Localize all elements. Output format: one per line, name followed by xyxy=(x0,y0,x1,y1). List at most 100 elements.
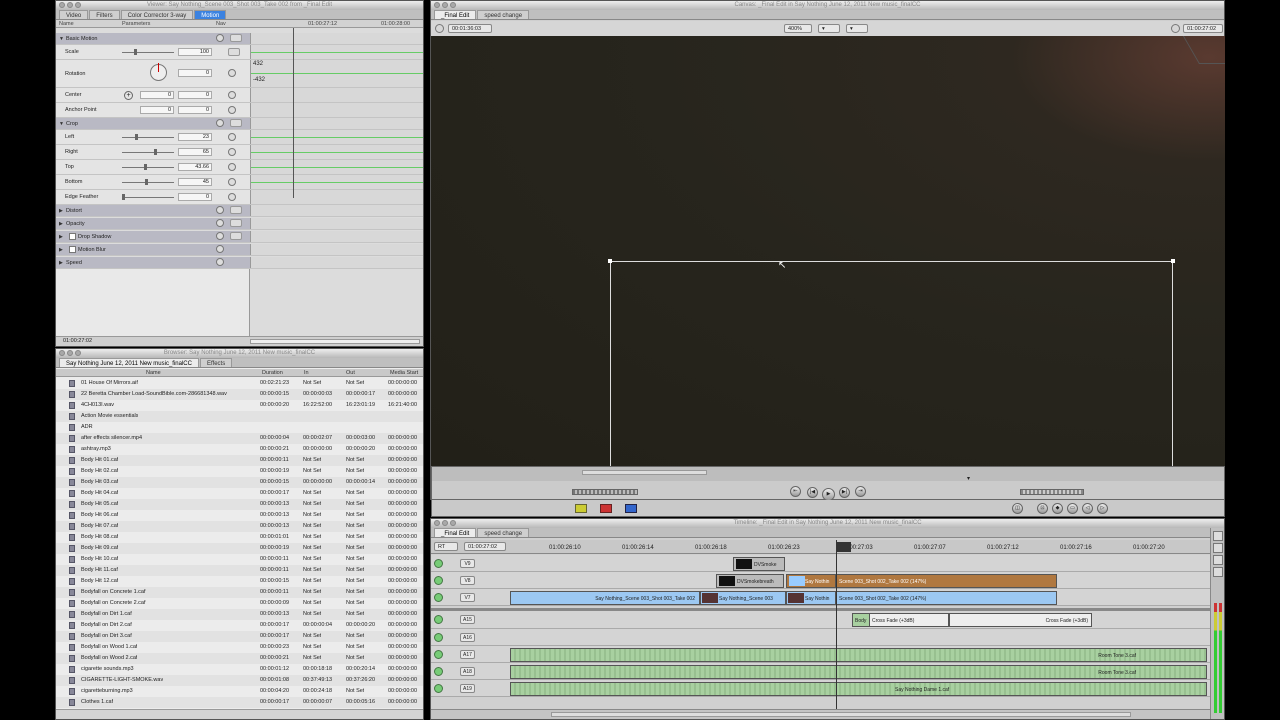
browser-item[interactable]: after effects silencer.mp4 00:00:00:04 00:… xyxy=(56,433,423,444)
group-drop-shadow[interactable]: ▶ Drop Shadow xyxy=(56,231,423,243)
track-visibility-toggle[interactable] xyxy=(434,633,443,642)
track-visibility-toggle[interactable] xyxy=(434,667,443,676)
browser-item[interactable]: Body Hit 07.caf 00:00:00:13 Not Set Not Set… xyxy=(56,521,423,532)
tab-filters[interactable]: Filters xyxy=(89,10,120,19)
mark-in-button[interactable]: ◁ xyxy=(1082,503,1093,514)
tab-speed-change[interactable]: speed change xyxy=(477,528,530,537)
replace-edit-button[interactable] xyxy=(625,504,637,513)
browser-item[interactable]: cigaretteburning.mp3 00:00:04:20 00:00:24:… xyxy=(56,686,423,697)
browser-item[interactable]: Body Hit 03.caf 00:00:00:15 00:00:00:00 00:… xyxy=(56,477,423,488)
anchor-y-field[interactable]: 0 xyxy=(178,106,212,114)
disclosure-closed-icon[interactable]: ▶ xyxy=(59,234,63,240)
tab-effects[interactable]: Effects xyxy=(199,358,233,367)
keyframe-button[interactable] xyxy=(228,69,236,77)
rotation-field[interactable]: 0 xyxy=(178,69,212,77)
keyframe-button[interactable] xyxy=(228,133,236,141)
track-visibility-toggle[interactable] xyxy=(434,684,443,693)
browser-item[interactable]: Body Hit 02.caf 00:00:00:19 Not Set Not Set… xyxy=(56,466,423,477)
group-distort[interactable]: ▶ Distort xyxy=(56,205,423,217)
browser-item[interactable]: ashtray.mp3 00:00:00:21 00:00:00:00 00:00:0… xyxy=(56,444,423,455)
jog-control[interactable] xyxy=(1020,489,1084,495)
match-frame-button[interactable]: ◫ xyxy=(1012,503,1023,514)
tab-video[interactable]: Video xyxy=(59,10,89,19)
mark-out-button[interactable]: ▷ xyxy=(1097,503,1108,514)
tab-final-edit[interactable]: _Final Edit xyxy=(434,528,477,537)
enable-checkbox[interactable] xyxy=(69,246,76,253)
browser-item[interactable]: Bodyfall on Dirt 1.caf 00:00:00:13 Not Set… xyxy=(56,609,423,620)
keyframe-menu-button[interactable] xyxy=(230,232,242,240)
view-menu[interactable]: ▾ xyxy=(818,24,840,33)
tab-motion[interactable]: Motion xyxy=(194,10,227,19)
tab-project[interactable]: Say Nothing June 12, 2011 New music_fina… xyxy=(59,358,199,367)
timeline-clip[interactable]: Body xyxy=(852,613,870,627)
track-visibility-toggle[interactable] xyxy=(434,593,443,602)
reset-button[interactable] xyxy=(216,219,224,227)
center-x-field[interactable]: 0 xyxy=(140,91,174,99)
transition-clip[interactable]: Cross Fade (+3dB) xyxy=(949,613,1092,627)
track-label[interactable]: V9 xyxy=(460,559,475,568)
browser-item[interactable]: Body Hit 04.caf 00:00:00:17 Not Set Not Set… xyxy=(56,488,423,499)
col-media-start[interactable]: Media Start xyxy=(390,369,418,377)
rotation-dial[interactable] xyxy=(150,63,167,81)
col-out[interactable]: Out xyxy=(346,369,355,377)
browser-item[interactable]: 01 House Of Mirrors.aif 00:02:21:23 Not Se… xyxy=(56,378,423,389)
disclosure-open-icon[interactable]: ▼ xyxy=(59,121,64,127)
add-keyframe-button[interactable]: ◆ xyxy=(1052,503,1063,514)
track-label[interactable]: A18 xyxy=(460,667,475,676)
window-controls[interactable] xyxy=(434,2,456,8)
selection-tool-icon[interactable] xyxy=(1213,531,1223,541)
horizontal-scrollbar[interactable] xyxy=(250,339,420,344)
timeline-timecode[interactable]: 01:00:27:02 xyxy=(464,542,506,551)
scale-slider[interactable] xyxy=(122,49,174,55)
browser-titlebar[interactable]: Browser: Say Nothing June 12, 2011 New m… xyxy=(56,349,423,358)
track-label[interactable]: A19 xyxy=(460,684,475,693)
reset-button[interactable] xyxy=(216,245,224,253)
track-label[interactable]: A17 xyxy=(460,650,475,659)
canvas-video-frame[interactable]: ↖ xyxy=(431,36,1234,481)
disclosure-closed-icon[interactable]: ▶ xyxy=(59,260,63,266)
browser-item[interactable]: Body Hit 06.caf 00:00:00:13 Not Set Not Set… xyxy=(56,510,423,521)
disclosure-closed-icon[interactable]: ▶ xyxy=(59,208,63,214)
scrubber-bar[interactable]: ▾ xyxy=(432,467,1224,482)
track-visibility-toggle[interactable] xyxy=(434,559,443,568)
browser-item[interactable]: Body Hit 08.caf 00:00:01:01 Not Set Not Set… xyxy=(56,532,423,543)
reset-button[interactable] xyxy=(216,119,224,127)
timeline-ruler[interactable]: RT 01:00:27:02 01:00:26:10 01:00:26:14 0… xyxy=(431,540,1210,554)
browser-item[interactable]: Body Hit 10.caf 00:00:00:11 Not Set Not Set… xyxy=(56,554,423,565)
edit-tool-icon[interactable] xyxy=(1213,543,1223,553)
enable-checkbox[interactable] xyxy=(69,233,76,240)
viewer-titlebar[interactable]: Viewer: Say Nothing_Scene 003_Shot 003_T… xyxy=(56,1,423,10)
display-menu[interactable]: ▾ xyxy=(846,24,868,33)
keyframe-menu-button[interactable] xyxy=(230,34,242,42)
top-slider[interactable] xyxy=(122,164,174,170)
timeline-clip[interactable]: DVSmoke xyxy=(733,557,785,571)
browser-item[interactable]: Body Hit 12.caf 00:00:00:15 Not Set Not Set… xyxy=(56,576,423,587)
browser-item[interactable]: Bodyfall on Wood 2.caf 00:00:00:21 Not Set… xyxy=(56,653,423,664)
browser-item[interactable]: Bodyfall on Wood 1.caf 00:00:00:23 Not Set… xyxy=(56,642,423,653)
transition-clip[interactable]: Cross Fade (+3dB) xyxy=(869,613,949,627)
keyframe-button[interactable] xyxy=(228,48,240,56)
crop-bounding-box[interactable] xyxy=(610,261,1173,481)
track-label[interactable]: V8 xyxy=(460,576,475,585)
razor-tool-icon[interactable] xyxy=(1213,567,1223,577)
step-back-button[interactable]: |◀ xyxy=(807,487,818,498)
anchor-x-field[interactable]: 0 xyxy=(140,106,174,114)
play-around-button[interactable]: ⇥ xyxy=(855,486,866,497)
group-opacity[interactable]: ▶ Opacity xyxy=(56,218,423,230)
keyframe-menu-button[interactable] xyxy=(230,119,242,127)
canvas-titlebar[interactable]: Canvas: _Final Edit in Say Nothing June … xyxy=(431,1,1224,10)
window-controls[interactable] xyxy=(59,350,81,356)
track-label[interactable]: A15 xyxy=(460,615,475,624)
browser-item[interactable]: CIGARETTE-LIGHT-SMOKE.wav 00:00:01:08 00:3… xyxy=(56,675,423,686)
browser-item[interactable]: Body Hit 05.caf 00:00:00:13 Not Set Not Set… xyxy=(56,499,423,510)
tab-color-corrector[interactable]: Color Corrector 3-way xyxy=(120,10,194,19)
right-field[interactable]: 65 xyxy=(178,148,212,156)
rt-menu[interactable]: RT xyxy=(434,542,458,551)
right-slider[interactable] xyxy=(122,149,174,155)
scale-field[interactable]: 100 xyxy=(178,48,212,56)
bottom-slider[interactable] xyxy=(122,179,174,185)
browser-item[interactable]: ADR xyxy=(56,422,423,433)
mark-clip-button[interactable]: ⊡ xyxy=(1037,503,1048,514)
top-field[interactable]: 43.66 xyxy=(178,163,212,171)
window-controls[interactable] xyxy=(434,520,456,526)
